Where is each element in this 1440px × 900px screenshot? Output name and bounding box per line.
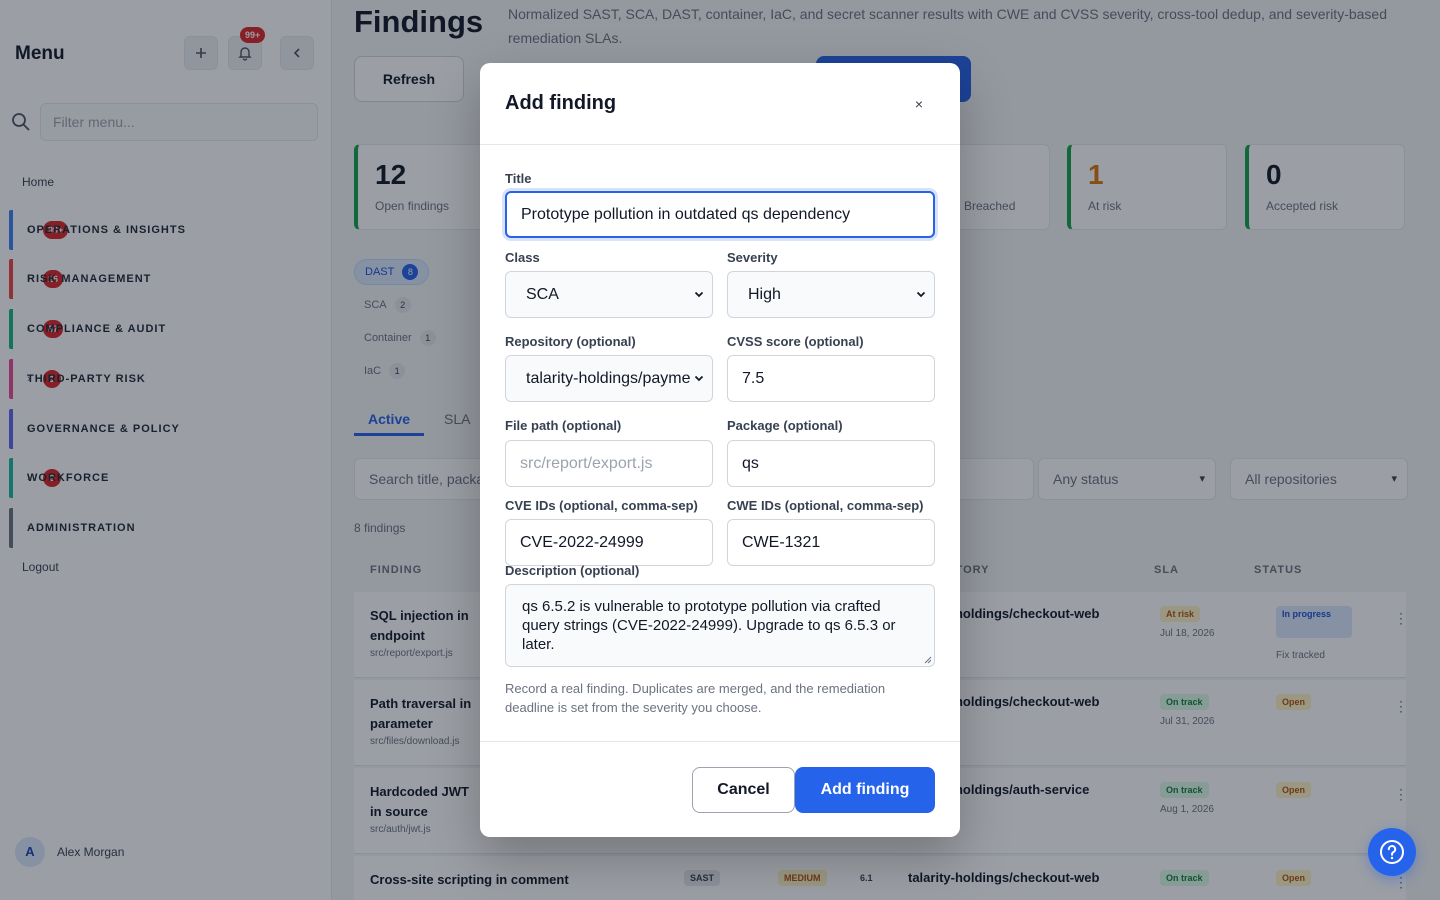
class-label: Class [505,250,540,265]
description-label: Description (optional) [505,563,640,578]
cvss-input[interactable] [727,355,935,402]
severity-select-value: High [748,286,781,303]
package-label: Package (optional) [727,418,843,433]
repository-select-value: talarity-holdings/payme [526,370,691,387]
dialog-header: Add finding × [480,63,960,145]
package-input[interactable] [727,440,935,487]
severity-select[interactable]: High [727,271,935,318]
title-label: Title [505,171,532,186]
file-path-label: File path (optional) [505,418,622,433]
cve-input[interactable] [505,519,713,566]
file-path-input[interactable] [505,440,713,487]
form-hint: Record a real finding. Duplicates are me… [505,681,886,715]
severity-label: Severity [727,250,778,265]
dialog-title: Add finding [505,92,617,114]
description-textarea[interactable]: qs 6.5.2 is vulnerable to prototype poll… [505,584,935,667]
add-finding-dialog: Add finding × Title Class SCA Severity H… [480,63,960,837]
cvss-label: CVSS score (optional) [727,334,864,349]
repository-select[interactable]: talarity-holdings/payme [505,355,713,402]
chevron-down-icon [916,291,926,298]
help-button[interactable] [1368,828,1416,876]
chevron-down-icon [694,291,704,298]
question-icon [1380,840,1404,864]
cancel-button[interactable]: Cancel [692,767,795,813]
cwe-input[interactable] [727,519,935,566]
cve-label: CVE IDs (optional, comma-sep) [505,498,698,513]
class-select[interactable]: SCA [505,271,713,318]
dialog-footer: Cancel Add finding [480,741,960,837]
repository-label: Repository (optional) [505,334,636,349]
chevron-down-icon [694,373,704,383]
title-input[interactable] [505,191,935,238]
resize-handle-icon[interactable] [924,656,932,664]
submit-add-finding-button[interactable]: Add finding [795,767,935,813]
cwe-label: CWE IDs (optional, comma-sep) [727,498,924,513]
close-icon[interactable]: × [908,93,930,115]
description-text: qs 6.5.2 is vulnerable to prototype poll… [522,598,896,653]
class-select-value: SCA [526,286,559,303]
